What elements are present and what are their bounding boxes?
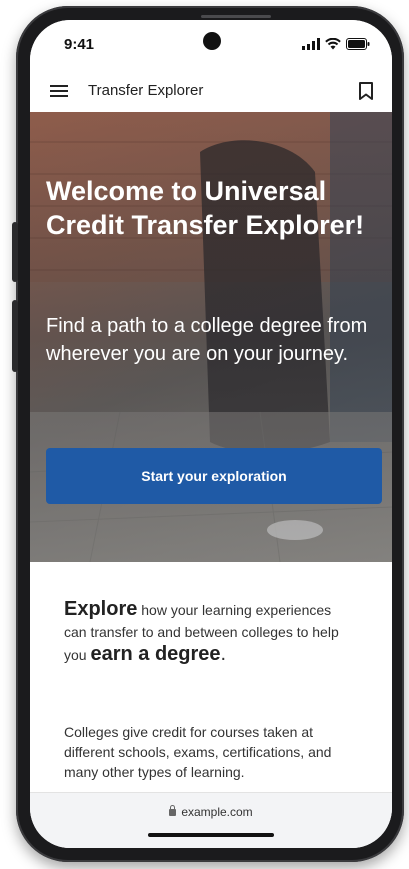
start-exploration-button[interactable]: Start your exploration: [46, 448, 382, 504]
hero-subtitle: Find a path to a college degree from whe…: [46, 315, 368, 365]
url-text: example.com: [181, 805, 253, 819]
app-bar: Transfer Explorer: [30, 72, 392, 112]
front-camera: [203, 32, 221, 50]
browser-bottom-bar: example.com: [30, 792, 392, 848]
status-icons: [302, 38, 370, 50]
hero-section: Welcome to Universal Credit Transfer Exp…: [30, 112, 392, 562]
colleges-paragraph: Colleges give credit for courses taken a…: [64, 724, 332, 780]
phone-volume-up-button: [12, 222, 18, 282]
phone-screen: 9:41 Transfer Explorer Welcome to Univer…: [30, 20, 392, 848]
phone-volume-down-button: [12, 300, 18, 372]
status-bar: 9:41: [30, 20, 392, 72]
wifi-icon: [325, 38, 341, 50]
signal-icon: [302, 38, 320, 50]
hero-title: Welcome to Universal Credit Transfer Exp…: [46, 176, 365, 240]
bookmark-icon[interactable]: [358, 82, 374, 100]
battery-icon: [346, 38, 370, 50]
hamburger-menu-icon[interactable]: [50, 82, 68, 100]
status-time: 9:41: [64, 36, 95, 53]
home-indicator[interactable]: [148, 833, 274, 837]
explore-lead: Explore: [64, 598, 138, 620]
content-section: Explore how your learning experiences ca…: [30, 562, 392, 792]
url-bar[interactable]: example.com: [30, 805, 392, 819]
explore-paragraph: Explore how your learning experiences ca…: [64, 598, 354, 666]
lock-icon: [169, 805, 177, 816]
phone-speaker: [201, 15, 271, 18]
explore-end: .: [220, 643, 227, 665]
app-title: Transfer Explorer: [88, 82, 204, 99]
explore-strong: earn a degree: [90, 643, 221, 665]
canvas: 9:41 Transfer Explorer Welcome to Univer…: [0, 0, 409, 869]
